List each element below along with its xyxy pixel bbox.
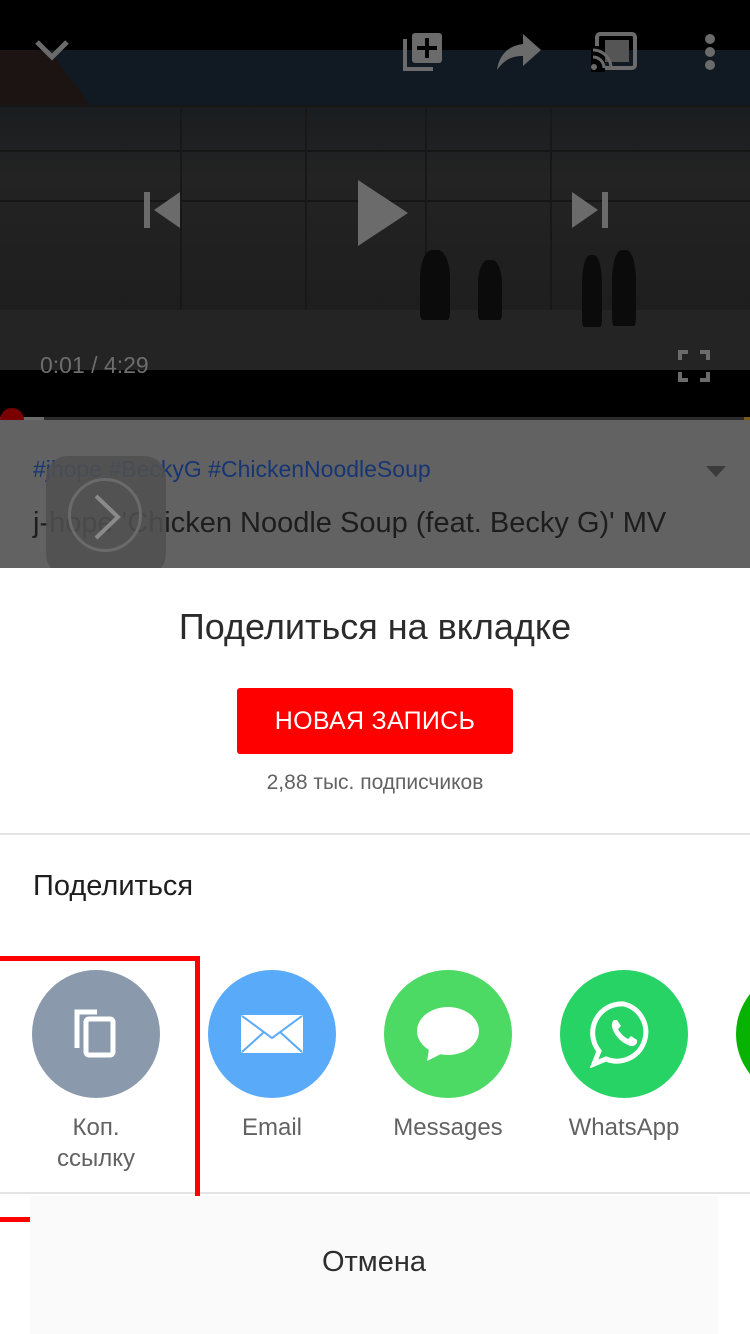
share-app-messages[interactable]: Messages — [368, 970, 528, 1170]
more-vert-icon[interactable] — [696, 32, 724, 72]
video-player[interactable]: 0:01 / 4:29 — [0, 0, 750, 420]
share-app-label: WhatsApp — [568, 1114, 680, 1141]
chevron-down-icon[interactable] — [30, 32, 74, 68]
duration: 4:29 — [103, 352, 149, 378]
share-app-whatsapp[interactable]: WhatsApp — [544, 970, 704, 1170]
subscriber-count: 2,88 тыс. подписчиков — [266, 771, 484, 794]
community-share-title: Поделиться на вкладке — [178, 606, 572, 647]
player-top-bar — [0, 0, 750, 100]
new-post-button[interactable]: НОВАЯ ЗАПИСЬ — [237, 688, 513, 754]
share-app-label: Email — [241, 1114, 302, 1141]
divider — [0, 833, 750, 835]
expand-description-icon[interactable] — [706, 466, 726, 477]
highlight-box — [0, 956, 200, 1222]
time-display: 0:01 / 4:29 — [40, 352, 149, 379]
share-app-partial[interactable] — [720, 970, 750, 1170]
current-time: 0:01 — [40, 352, 85, 378]
share-arrow-icon[interactable] — [494, 30, 544, 74]
fullscreen-icon[interactable] — [678, 350, 710, 382]
share-app-email[interactable]: Email — [192, 970, 352, 1170]
whatsapp-icon — [560, 970, 688, 1098]
share-section-label: Поделиться — [33, 870, 194, 902]
mail-icon — [208, 970, 336, 1098]
playlist-add-icon[interactable] — [400, 30, 446, 74]
chevron-right-icon — [94, 494, 121, 540]
cast-icon[interactable] — [590, 32, 638, 72]
assistive-touch-button[interactable] — [46, 456, 166, 576]
skip-previous-icon[interactable] — [140, 188, 186, 232]
play-icon[interactable] — [352, 178, 412, 248]
scrubber-handle[interactable] — [0, 408, 24, 420]
share-app-label: Messages — [393, 1114, 503, 1141]
time-separator: / — [84, 352, 104, 378]
cancel-label: Отмена — [321, 1246, 427, 1278]
screen: 0:01 / 4:29 #jhope #BeckyG #ChickenNoodl… — [0, 0, 750, 1334]
message-bubble-icon — [384, 970, 512, 1098]
cancel-button[interactable]: Отмена — [30, 1196, 718, 1334]
app-icon — [736, 970, 750, 1098]
skip-next-icon[interactable] — [566, 188, 612, 232]
